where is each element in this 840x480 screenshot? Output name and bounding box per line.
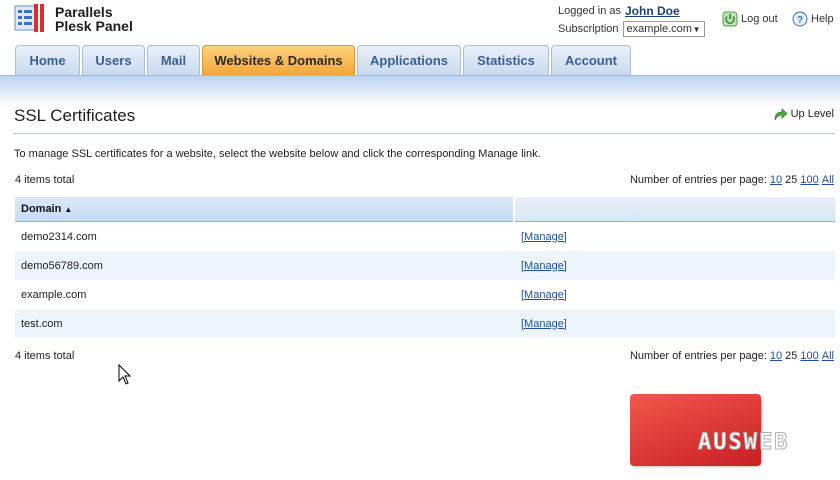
mouse-cursor-icon [118,364,132,385]
logout-label: Log out [741,13,778,25]
help-label: Help [811,13,834,25]
tab-users[interactable]: Users [82,45,145,75]
domains-table: Domain ▲ demo2314.com [Manage] demo56789… [15,197,835,338]
paging-10-link[interactable]: 10 [770,174,782,186]
paging-all-link[interactable]: All [822,174,834,186]
subscription-label: Subscription [558,23,619,35]
paging-current: 25 [785,174,798,186]
tab-mail[interactable]: Mail [147,45,200,75]
column-header-domain[interactable]: Domain ▲ [15,197,513,222]
logout-icon [722,11,738,27]
chevron-down-icon: ▼ [692,24,701,34]
items-total-bottom: 4 items total [15,350,75,362]
subscription-value: example.com [626,23,692,35]
items-total-top: 4 items total [15,174,75,186]
domain-cell: demo2314.com [21,230,97,243]
manage-link[interactable]: [Manage] [521,260,567,272]
intro-text: To manage SSL certificates for a website… [14,148,541,160]
table-row: demo56789.com [Manage] [15,251,835,280]
user-info: Logged in as John Doe Subscription examp… [558,2,705,38]
table-row: example.com [Manage] [15,280,835,309]
brand-line1: Parallels [55,4,113,20]
paging-bottom: Number of entries per page: 10 25 100 All [630,350,834,362]
logged-in-label: Logged in as [558,5,621,17]
svg-text:?: ? [797,15,803,26]
tab-statistics[interactable]: Statistics [463,45,549,75]
page-title: SSL Certificates [14,106,136,125]
table-row: test.com [Manage] [15,309,835,338]
paging-top: Number of entries per page: 10 25 100 All [630,174,834,186]
up-level-link[interactable]: Up Level [772,106,834,122]
column-header-actions [515,197,835,222]
logout-link[interactable]: Log out [722,11,778,27]
help-icon: ? [792,11,808,27]
paging-label: Number of entries per page: [629,174,767,186]
subscription-select[interactable]: example.com ▼ [622,21,705,37]
tab-home[interactable]: Home [15,45,80,75]
sort-ascending-icon: ▲ [64,204,73,214]
paging-100-link[interactable]: 100 [800,350,818,362]
plesk-logo: Parallels Plesk Panel [14,4,133,33]
main-tabs: Home Users Mail Websites & Domains Appli… [15,45,633,75]
tab-account[interactable]: Account [551,45,631,75]
up-level-label: Up Level [790,108,834,120]
domain-cell: demo56789.com [21,259,103,272]
tab-applications[interactable]: Applications [357,45,461,75]
tab-band [0,75,840,106]
brand-line2: Plesk Panel [55,18,133,34]
tab-websites-domains[interactable]: Websites & Domains [202,45,355,75]
manage-link[interactable]: [Manage] [521,318,567,330]
user-name-link[interactable]: John Doe [625,4,680,18]
table-row: demo2314.com [Manage] [15,222,835,251]
paging-10-link[interactable]: 10 [770,350,782,362]
manage-link[interactable]: [Manage] [521,289,567,301]
domain-cell: test.com [21,317,63,330]
table-header: Domain ▲ [15,197,835,222]
up-arrow-icon [774,108,788,121]
paging-all-link[interactable]: All [822,350,834,362]
paging-100-link[interactable]: 100 [800,174,818,186]
manage-link[interactable]: [Manage] [521,231,567,243]
plesk-logo-icon [14,4,46,32]
domain-cell: example.com [21,288,87,301]
help-link[interactable]: ? Help [792,11,834,27]
paging-current: 25 [785,350,798,362]
title-divider [14,133,834,134]
paging-label: Number of entries per page: [629,350,767,362]
watermark-text: AUSWEB [697,430,790,456]
